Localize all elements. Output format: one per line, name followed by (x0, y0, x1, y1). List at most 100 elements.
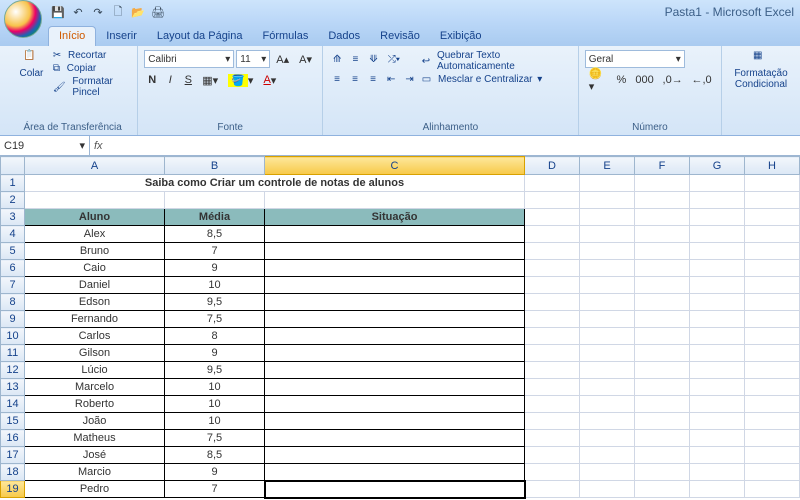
cell[interactable] (580, 192, 635, 209)
col-header-b[interactable]: B (165, 157, 265, 175)
cell[interactable] (265, 192, 525, 209)
cell-media[interactable]: 10 (165, 396, 265, 413)
cell[interactable] (525, 481, 580, 498)
cell[interactable] (525, 277, 580, 294)
cell-situacao[interactable] (265, 311, 525, 328)
align-center-button[interactable]: ≡ (347, 70, 363, 88)
dec-decimal-button[interactable]: ←,0 (688, 71, 715, 89)
cell[interactable] (635, 192, 690, 209)
cell-media[interactable]: 9 (165, 464, 265, 481)
qat-open-icon[interactable]: 📂 (130, 4, 146, 20)
cell[interactable] (580, 396, 635, 413)
title-cell[interactable]: Saiba como Criar um controle de notas de… (25, 175, 525, 192)
cell[interactable] (745, 362, 800, 379)
cell[interactable] (635, 379, 690, 396)
fx-icon[interactable]: fx (94, 140, 103, 152)
cell-media[interactable]: 7,5 (165, 430, 265, 447)
cell-media[interactable]: 8,5 (165, 447, 265, 464)
cell-media[interactable]: 10 (165, 413, 265, 430)
font-color-button[interactable]: A▾ (259, 71, 280, 89)
col-header-d[interactable]: D (525, 157, 580, 175)
header-media[interactable]: Média (165, 209, 265, 226)
borders-button[interactable]: ▦▾ (198, 71, 222, 89)
cell[interactable] (745, 209, 800, 226)
cell[interactable] (525, 294, 580, 311)
cell[interactable] (690, 277, 745, 294)
cell[interactable] (580, 413, 635, 430)
paste-button[interactable]: 📋 Colar (14, 50, 49, 120)
cell-aluno[interactable]: Gilson (25, 345, 165, 362)
tab-formulas[interactable]: Fórmulas (253, 27, 319, 46)
cell[interactable] (690, 396, 745, 413)
cell-media[interactable]: 10 (165, 379, 265, 396)
row-header[interactable]: 15 (1, 413, 25, 430)
align-middle-button[interactable]: ≡ (347, 50, 363, 68)
cell-aluno[interactable]: Marcio (25, 464, 165, 481)
cell[interactable] (745, 294, 800, 311)
cell-media[interactable]: 7 (165, 243, 265, 260)
cell[interactable] (690, 464, 745, 481)
cell-situacao[interactable] (265, 430, 525, 447)
cell[interactable] (690, 413, 745, 430)
cell-aluno[interactable]: Edson (25, 294, 165, 311)
align-left-button[interactable]: ≡ (329, 70, 345, 88)
copy-button[interactable]: ⧉ Copiar (53, 63, 131, 74)
cell[interactable] (745, 311, 800, 328)
cell[interactable] (690, 209, 745, 226)
cell-aluno[interactable]: Pedro (25, 481, 165, 498)
cell-situacao[interactable] (265, 226, 525, 243)
currency-button[interactable]: 🪙▾ (585, 71, 611, 89)
cell-situacao[interactable] (265, 362, 525, 379)
underline-button[interactable]: S (180, 71, 196, 89)
align-bottom-button[interactable]: ⟱ (365, 50, 381, 68)
qat-save-icon[interactable]: 💾 (50, 4, 66, 20)
row-header[interactable]: 9 (1, 311, 25, 328)
row-header[interactable]: 2 (1, 192, 25, 209)
cell[interactable] (745, 430, 800, 447)
cell[interactable] (635, 260, 690, 277)
number-format-select[interactable]: Geral▾ (585, 50, 685, 68)
cell[interactable] (745, 175, 800, 192)
cell[interactable] (580, 362, 635, 379)
cell-media[interactable]: 8,5 (165, 226, 265, 243)
cell-situacao[interactable] (265, 345, 525, 362)
row-header[interactable]: 14 (1, 396, 25, 413)
cell-aluno[interactable]: Caio (25, 260, 165, 277)
cell[interactable] (525, 464, 580, 481)
conditional-formatting-button[interactable]: ▦ Formatação Condicional (728, 50, 794, 120)
cell[interactable] (580, 209, 635, 226)
qat-redo-icon[interactable]: ↷ (90, 4, 106, 20)
cell[interactable] (580, 226, 635, 243)
cell-aluno[interactable]: Roberto (25, 396, 165, 413)
tab-inserir[interactable]: Inserir (96, 27, 147, 46)
cell[interactable] (745, 379, 800, 396)
cell[interactable] (635, 175, 690, 192)
row-header[interactable]: 6 (1, 260, 25, 277)
cell-aluno[interactable]: Matheus (25, 430, 165, 447)
col-header-h[interactable]: H (745, 157, 800, 175)
cell-media[interactable]: 9,5 (165, 294, 265, 311)
cell-media[interactable]: 9 (165, 345, 265, 362)
cell[interactable] (745, 345, 800, 362)
select-all-corner[interactable] (1, 157, 25, 175)
header-aluno[interactable]: Aluno (25, 209, 165, 226)
qat-new-icon[interactable]: 🗋 (110, 4, 126, 20)
cell-aluno[interactable]: José (25, 447, 165, 464)
cell[interactable] (580, 328, 635, 345)
cell[interactable] (525, 209, 580, 226)
font-size-select[interactable]: 11▾ (236, 50, 270, 68)
cell-media[interactable]: 8 (165, 328, 265, 345)
cell[interactable] (525, 192, 580, 209)
cell[interactable] (690, 481, 745, 498)
cell[interactable] (525, 311, 580, 328)
row-header[interactable]: 1 (1, 175, 25, 192)
cell[interactable] (745, 277, 800, 294)
cell[interactable] (635, 430, 690, 447)
row-header[interactable]: 16 (1, 430, 25, 447)
cell[interactable] (690, 430, 745, 447)
bold-button[interactable]: N (144, 71, 160, 89)
cell[interactable] (580, 447, 635, 464)
cell-media[interactable]: 9,5 (165, 362, 265, 379)
row-header[interactable]: 18 (1, 464, 25, 481)
cell[interactable] (690, 447, 745, 464)
